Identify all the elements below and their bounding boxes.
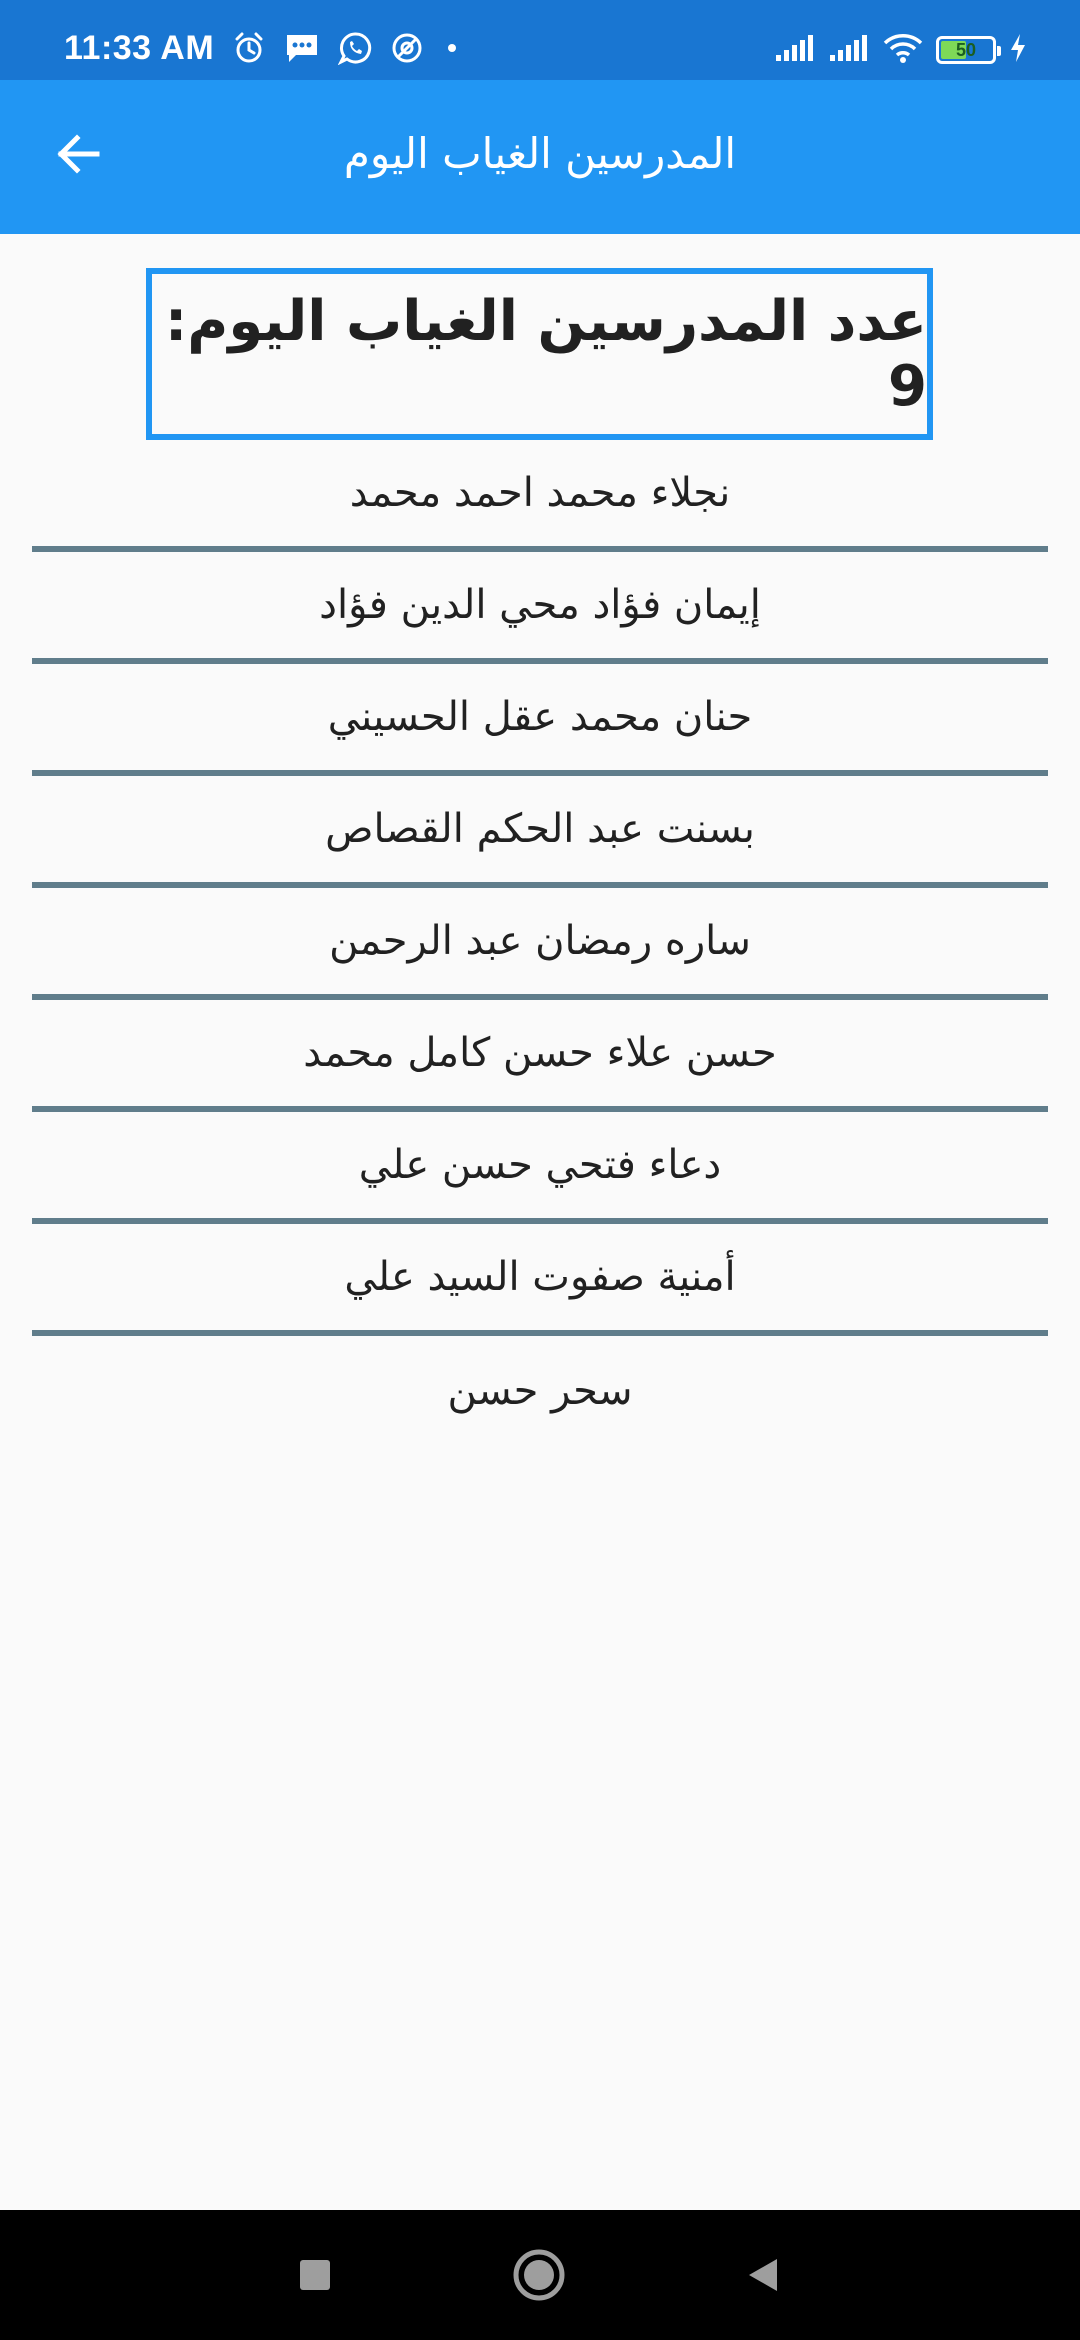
- home-circle-icon: [513, 2249, 565, 2301]
- list-item[interactable]: إيمان فؤاد محي الدين فؤاد: [32, 552, 1048, 664]
- system-navigation-bar: [0, 2210, 1080, 2340]
- recents-button[interactable]: [285, 2245, 345, 2305]
- status-time: 11:33 AM: [64, 29, 215, 67]
- whatsapp-icon: [338, 31, 372, 65]
- list-item[interactable]: سحر حسن: [32, 1336, 1048, 1446]
- vpn-icon: [390, 31, 424, 65]
- nav-back-button[interactable]: [733, 2245, 793, 2305]
- list-item[interactable]: دعاء فتحي حسن علي: [32, 1112, 1048, 1224]
- list-item[interactable]: حسن علاء حسن كامل محمد: [32, 1000, 1048, 1112]
- app-bar: المدرسين الغياب اليوم: [0, 80, 1080, 234]
- list-item[interactable]: أمنية صفوت السيد علي: [32, 1224, 1048, 1336]
- dot-icon: [442, 31, 462, 65]
- status-bar: 11:33 AM 50: [0, 0, 1080, 80]
- charging-icon: [1008, 32, 1028, 68]
- alarm-icon: [232, 31, 266, 65]
- home-button[interactable]: [509, 2245, 569, 2305]
- signal-icon: [828, 33, 870, 67]
- absent-count-box: عدد المدرسين الغياب اليوم: 9: [146, 268, 933, 440]
- message-icon: [284, 31, 320, 65]
- recents-square-icon: [300, 2260, 330, 2290]
- battery-level: 50: [955, 40, 977, 60]
- list-item[interactable]: حنان محمد عقل الحسيني: [32, 664, 1048, 776]
- back-triangle-icon: [749, 2259, 777, 2291]
- list-item[interactable]: ساره رمضان عبد الرحمن: [32, 888, 1048, 1000]
- signal-icon: [774, 33, 816, 67]
- list-item[interactable]: بسنت عبد الحكم القصاص: [32, 776, 1048, 888]
- status-system-icons: 50: [774, 30, 1028, 70]
- battery-icon: 50: [936, 36, 1001, 64]
- page-title: المدرسين الغياب اليوم: [343, 129, 737, 178]
- absent-count-text: عدد المدرسين الغياب اليوم: 9: [164, 289, 927, 419]
- absent-teachers-list: نجلاء محمد احمد محمد إيمان فؤاد محي الدي…: [32, 440, 1048, 1446]
- wifi-icon: [882, 32, 924, 68]
- status-notification-icons: [232, 28, 462, 68]
- list-item[interactable]: نجلاء محمد احمد محمد: [32, 440, 1048, 552]
